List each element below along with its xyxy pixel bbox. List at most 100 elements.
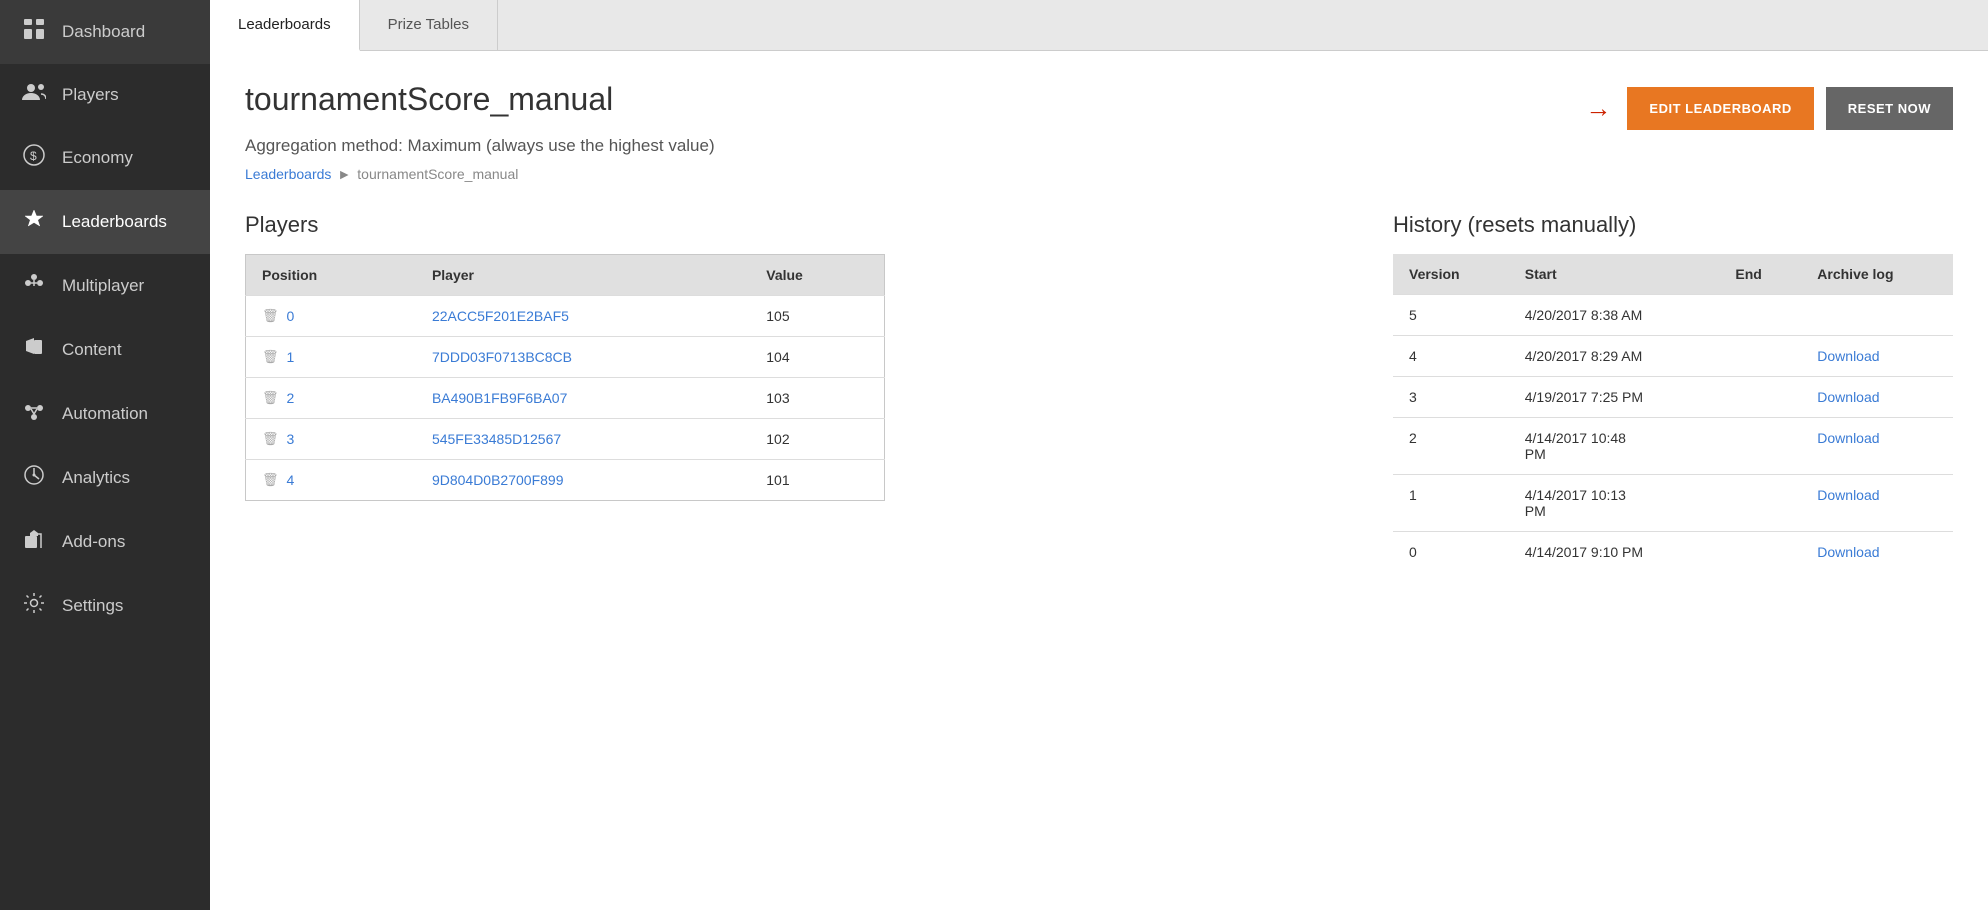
player-id-link[interactable]: 7DDD03F0713BC8CB	[432, 349, 572, 365]
end-cell	[1719, 418, 1801, 475]
breadcrumb: Leaderboards ► tournamentScore_manual	[245, 166, 1953, 182]
delete-icon[interactable]: 🗑	[262, 431, 279, 447]
tab-leaderboards[interactable]: Leaderboards	[210, 0, 360, 51]
header-buttons: → EDIT LEADERBOARD RESET NOW	[1585, 87, 1953, 130]
reset-now-button[interactable]: RESET NOW	[1826, 87, 1953, 130]
start-cell: 4/14/2017 10:13 PM	[1509, 475, 1720, 532]
value-cell: 102	[750, 419, 884, 460]
player-cell: BA490B1FB9F6BA07	[416, 378, 750, 419]
table-row: 4 4/20/2017 8:29 AM Download	[1393, 336, 1953, 377]
content-icon	[20, 336, 48, 364]
position-cell: 🗑 0	[246, 296, 416, 337]
edit-leaderboard-button[interactable]: EDIT LEADERBOARD	[1627, 87, 1813, 130]
players-section-title: Players	[245, 212, 1343, 238]
table-row: 🗑 1 7DDD03F0713BC8CB 104	[246, 337, 885, 378]
sidebar-item-automation[interactable]: Automation	[0, 382, 210, 446]
breadcrumb-parent-link[interactable]: Leaderboards	[245, 166, 331, 182]
sidebar-item-label: Add-ons	[62, 532, 125, 552]
position-value[interactable]: 2	[287, 390, 295, 406]
archive-log-cell: Download	[1801, 418, 1953, 475]
value-cell: 103	[750, 378, 884, 419]
col-player: Player	[416, 255, 750, 296]
start-cell: 4/19/2017 7:25 PM	[1509, 377, 1720, 418]
players-table-head: Position Player Value	[246, 255, 885, 296]
player-id-link[interactable]: 9D804D0B2700F899	[432, 472, 564, 488]
end-cell	[1719, 336, 1801, 377]
download-link[interactable]: Download	[1817, 389, 1879, 405]
table-row: 🗑 0 22ACC5F201E2BAF5 105	[246, 296, 885, 337]
sidebar-item-analytics[interactable]: Analytics	[0, 446, 210, 510]
table-row: 1 4/14/2017 10:13 PM Download	[1393, 475, 1953, 532]
delete-icon[interactable]: 🗑	[262, 349, 279, 365]
end-cell	[1719, 377, 1801, 418]
version-cell: 5	[1393, 295, 1509, 336]
leaderboards-icon	[20, 208, 48, 236]
sidebar-item-players[interactable]: Players	[0, 64, 210, 126]
delete-icon[interactable]: 🗑	[262, 390, 279, 406]
end-cell	[1719, 295, 1801, 336]
player-id-link[interactable]: 22ACC5F201E2BAF5	[432, 308, 569, 324]
version-cell: 2	[1393, 418, 1509, 475]
sidebar-item-label: Automation	[62, 404, 148, 424]
history-table-body: 5 4/20/2017 8:38 AM 4 4/20/2017 8:29 AM …	[1393, 295, 1953, 573]
start-cell: 4/14/2017 9:10 PM	[1509, 532, 1720, 573]
sidebar-item-addons[interactable]: Add-ons	[0, 510, 210, 574]
sidebar-item-economy[interactable]: $ Economy	[0, 126, 210, 190]
position-value[interactable]: 1	[287, 349, 295, 365]
position-value[interactable]: 4	[287, 472, 295, 488]
players-table: Position Player Value 🗑 0 22ACC5F201E2BA…	[245, 254, 885, 501]
value-cell: 101	[750, 460, 884, 501]
breadcrumb-current: tournamentScore_manual	[357, 166, 518, 182]
sidebar-item-label: Content	[62, 340, 122, 360]
player-id-link[interactable]: 545FE33485D12567	[432, 431, 561, 447]
position-value[interactable]: 0	[287, 308, 295, 324]
player-id-link[interactable]: BA490B1FB9F6BA07	[432, 390, 567, 406]
sidebar-item-multiplayer[interactable]: Multiplayer	[0, 254, 210, 318]
player-cell: 7DDD03F0713BC8CB	[416, 337, 750, 378]
delete-icon[interactable]: 🗑	[262, 308, 279, 324]
table-row: 0 4/14/2017 9:10 PM Download	[1393, 532, 1953, 573]
end-cell	[1719, 475, 1801, 532]
automation-icon	[20, 400, 48, 428]
table-row: 🗑 2 BA490B1FB9F6BA07 103	[246, 378, 885, 419]
history-table: Version Start End Archive log 5 4/20/201…	[1393, 254, 1953, 572]
tab-prize-tables[interactable]: Prize Tables	[360, 0, 498, 50]
version-cell: 1	[1393, 475, 1509, 532]
dashboard-icon	[20, 18, 48, 46]
value-cell: 105	[750, 296, 884, 337]
sidebar-item-dashboard[interactable]: Dashboard	[0, 0, 210, 64]
tab-bar: Leaderboards Prize Tables	[210, 0, 1988, 51]
start-cell: 4/20/2017 8:29 AM	[1509, 336, 1720, 377]
version-cell: 4	[1393, 336, 1509, 377]
players-section: Players Position Player Value 🗑 0	[245, 212, 1343, 501]
sidebar-item-label: Economy	[62, 148, 133, 168]
sidebar-item-settings[interactable]: Settings	[0, 574, 210, 638]
download-link[interactable]: Download	[1817, 487, 1879, 503]
sidebar-item-label: Players	[62, 85, 119, 105]
col-start: Start	[1509, 254, 1720, 295]
table-row: 3 4/19/2017 7:25 PM Download	[1393, 377, 1953, 418]
position-value[interactable]: 3	[287, 431, 295, 447]
version-cell: 0	[1393, 532, 1509, 573]
economy-icon: $	[20, 144, 48, 172]
position-cell: 🗑 4	[246, 460, 416, 501]
download-link[interactable]: Download	[1817, 348, 1879, 364]
position-cell: 🗑 1	[246, 337, 416, 378]
archive-log-cell: Download	[1801, 475, 1953, 532]
sidebar-item-label: Dashboard	[62, 22, 145, 42]
position-cell: 🗑 2	[246, 378, 416, 419]
position-cell: 🗑 3	[246, 419, 416, 460]
sidebar-item-leaderboards[interactable]: Leaderboards	[0, 190, 210, 254]
delete-icon[interactable]: 🗑	[262, 472, 279, 488]
multiplayer-icon	[20, 272, 48, 300]
aggregation-method: Aggregation method: Maximum (always use …	[245, 136, 1953, 156]
table-row: 2 4/14/2017 10:48 PM Download	[1393, 418, 1953, 475]
download-link[interactable]: Download	[1817, 544, 1879, 560]
table-row: 🗑 3 545FE33485D12567 102	[246, 419, 885, 460]
player-cell: 545FE33485D12567	[416, 419, 750, 460]
players-header-row: Position Player Value	[246, 255, 885, 296]
download-link[interactable]: Download	[1817, 430, 1879, 446]
breadcrumb-separator: ►	[337, 166, 351, 182]
archive-log-cell: Download	[1801, 336, 1953, 377]
sidebar-item-content[interactable]: Content	[0, 318, 210, 382]
